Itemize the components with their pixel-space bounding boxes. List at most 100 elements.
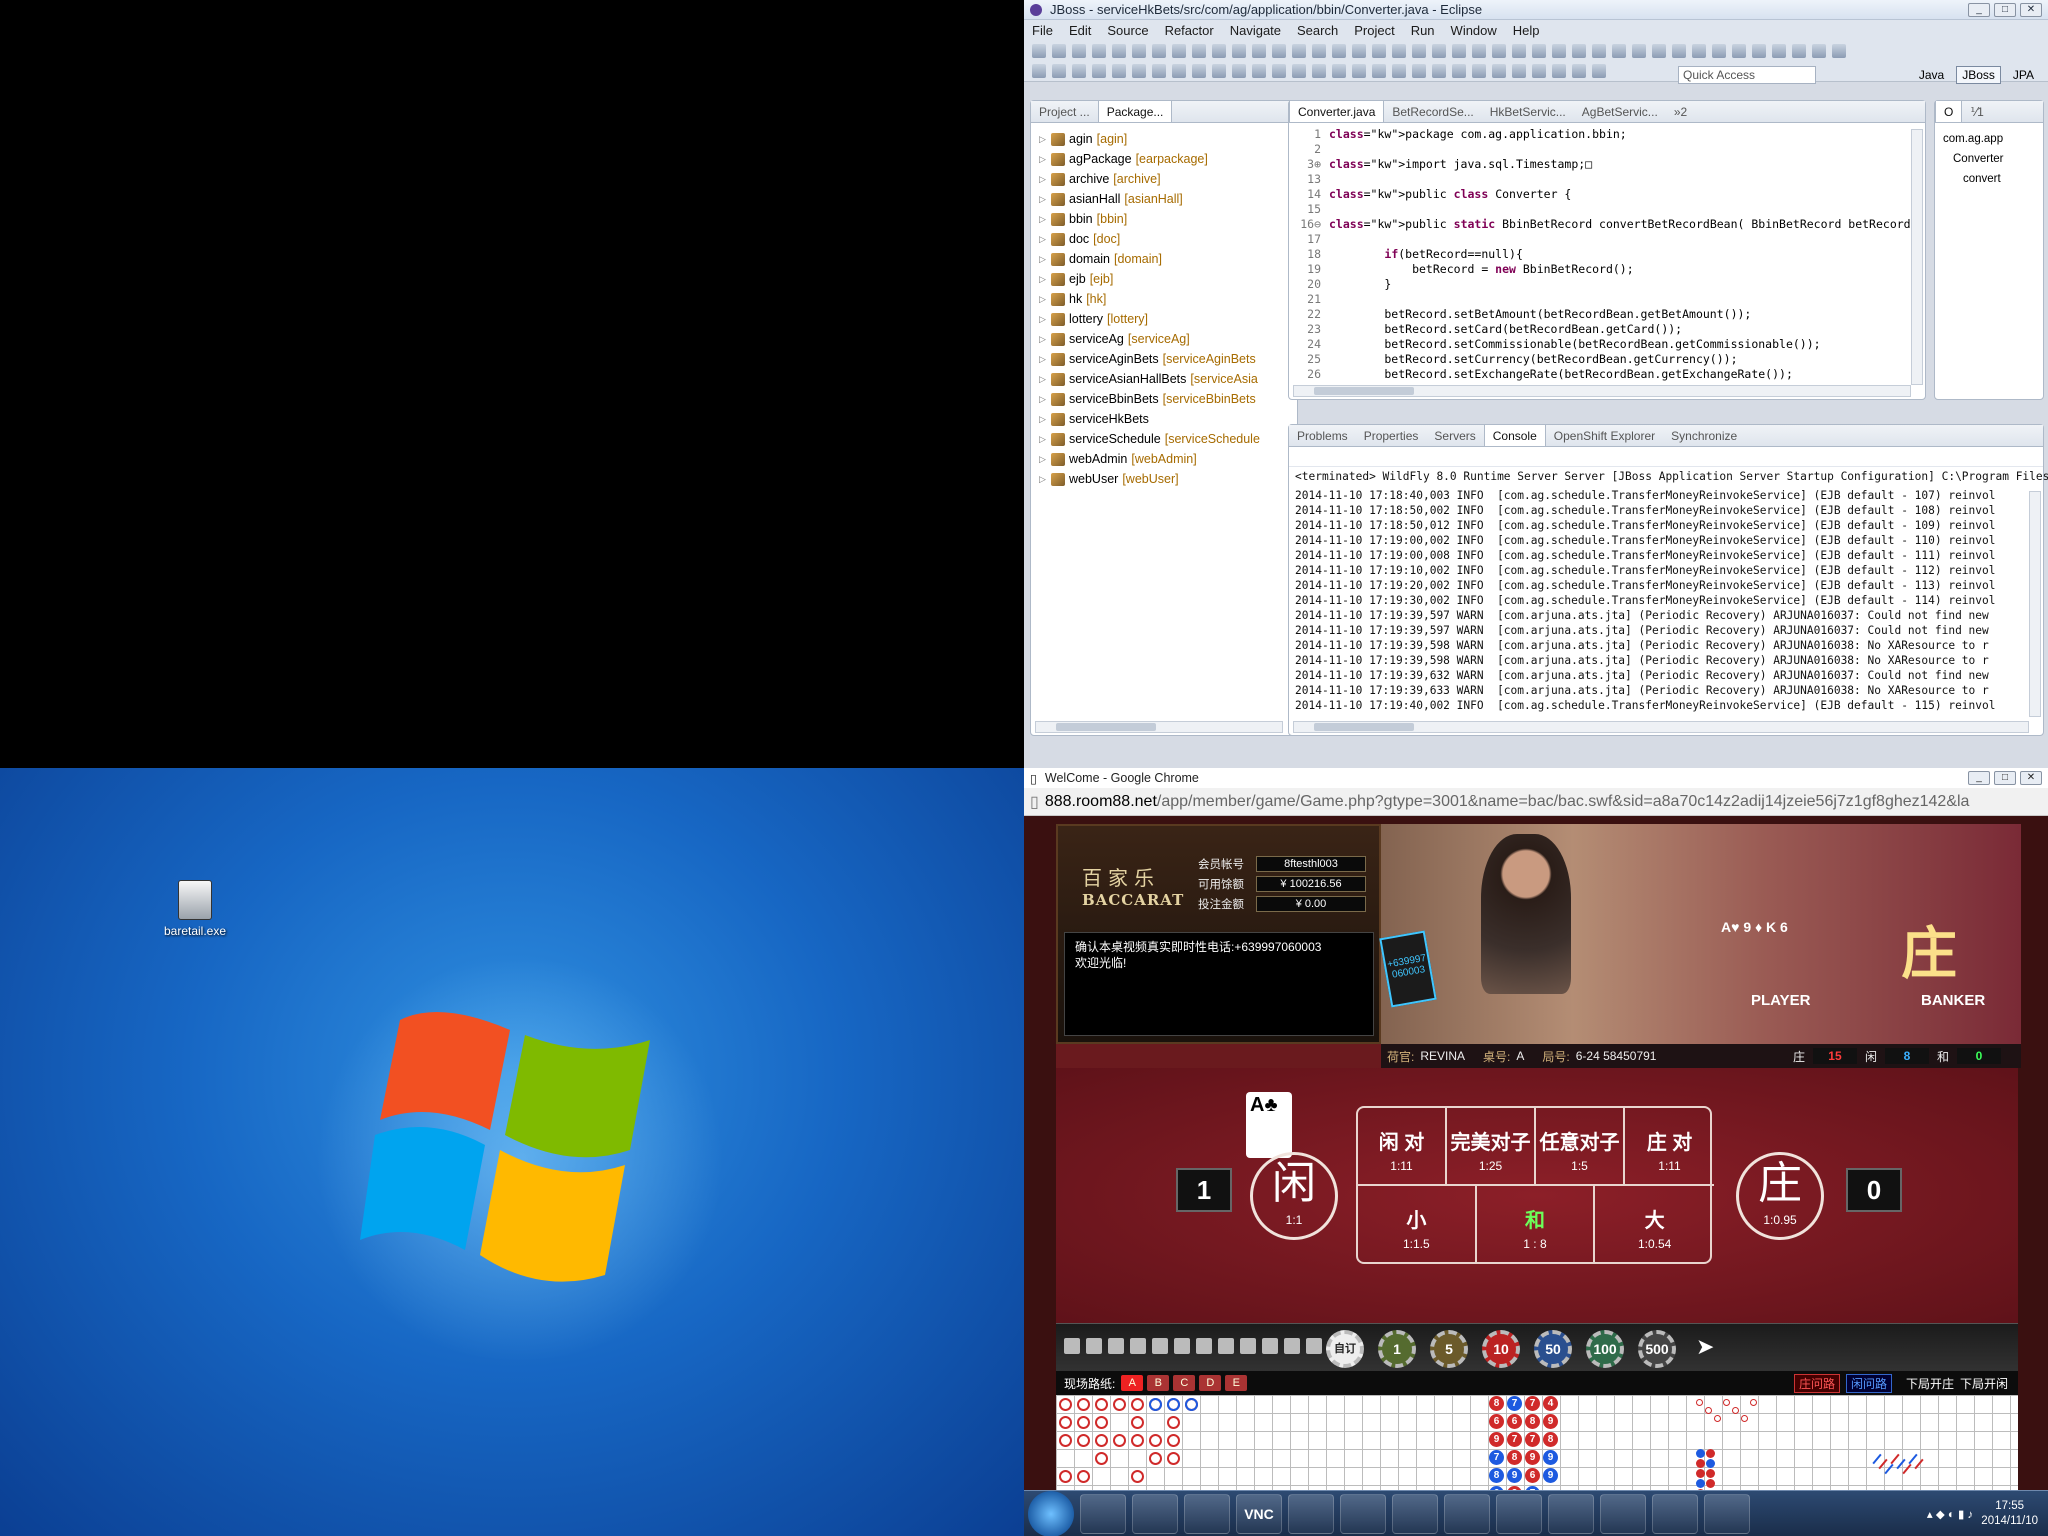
road-tab-d[interactable]: D bbox=[1199, 1375, 1222, 1391]
menu-refactor[interactable]: Refactor bbox=[1165, 23, 1214, 38]
toolbar-button-icon[interactable] bbox=[1212, 44, 1226, 58]
toolbar-button-icon[interactable] bbox=[1672, 44, 1686, 58]
toolbar-button-icon[interactable] bbox=[1112, 64, 1126, 78]
tab-console[interactable]: Console bbox=[1483, 425, 1546, 446]
project-item[interactable]: ▷ serviceHkBets bbox=[1039, 409, 1289, 429]
expand-arrow-icon[interactable]: ▷ bbox=[1039, 249, 1051, 269]
expand-arrow-icon[interactable]: ▷ bbox=[1039, 369, 1051, 389]
chip-500[interactable]: 500 bbox=[1638, 1330, 1676, 1368]
tool-icon[interactable] bbox=[1108, 1338, 1124, 1354]
toolbar-button-icon[interactable] bbox=[1272, 64, 1286, 78]
desktop-icon-baretail[interactable]: baretail.exe bbox=[150, 880, 240, 938]
project-item[interactable]: ▷ webAdmin [webAdmin] bbox=[1039, 449, 1289, 469]
toolbar-button-icon[interactable] bbox=[1612, 44, 1626, 58]
tab-o[interactable]: O bbox=[1935, 101, 1963, 122]
expand-arrow-icon[interactable]: ▷ bbox=[1039, 149, 1051, 169]
tab-overflow[interactable]: »2 bbox=[1666, 101, 1695, 122]
road-tab-b[interactable]: B bbox=[1147, 1375, 1170, 1391]
toolbar-button-icon[interactable] bbox=[1072, 44, 1086, 58]
tool-icon[interactable] bbox=[1086, 1338, 1102, 1354]
toolbar-button-icon[interactable] bbox=[1032, 64, 1046, 78]
toolbar-button-icon[interactable] bbox=[1152, 64, 1166, 78]
project-item[interactable]: ▷ ejb [ejb] bbox=[1039, 269, 1289, 289]
tool-icon[interactable] bbox=[1152, 1338, 1168, 1354]
road-tab-c[interactable]: C bbox=[1173, 1375, 1196, 1391]
tool-icon[interactable] bbox=[1064, 1338, 1080, 1354]
tab-converter-java[interactable]: Converter.java bbox=[1289, 101, 1385, 122]
outline-item[interactable]: Converter bbox=[1943, 149, 2035, 169]
code-area[interactable]: 1 class="kw">package com.ag.application.b… bbox=[1289, 123, 1925, 386]
toolbar-button-icon[interactable] bbox=[1392, 64, 1406, 78]
perspective-java[interactable]: Java bbox=[1913, 66, 1950, 84]
horizontal-scrollbar[interactable] bbox=[1293, 721, 2029, 733]
menu-project[interactable]: Project bbox=[1354, 23, 1394, 38]
toolbar-button-icon[interactable] bbox=[1112, 44, 1126, 58]
menu-edit[interactable]: Edit bbox=[1069, 23, 1091, 38]
restore-button[interactable]: □ bbox=[1994, 771, 2016, 785]
tool-icon[interactable] bbox=[1174, 1338, 1190, 1354]
toolbar-button-icon[interactable] bbox=[1152, 44, 1166, 58]
toolbar-button-icon[interactable] bbox=[1472, 64, 1486, 78]
toolbar-button-icon[interactable] bbox=[1352, 44, 1366, 58]
chip-100[interactable]: 100 bbox=[1586, 1330, 1624, 1368]
toolbar-button-icon[interactable] bbox=[1712, 44, 1726, 58]
taskbar-app-icon[interactable] bbox=[1392, 1493, 1438, 1534]
expand-arrow-icon[interactable]: ▷ bbox=[1039, 449, 1051, 469]
toolbar-button-icon[interactable] bbox=[1292, 64, 1306, 78]
bet-5[interactable]: 和 1 : 8 bbox=[1477, 1186, 1596, 1264]
project-item[interactable]: ▷ hk [hk] bbox=[1039, 289, 1289, 309]
toolbar-button-icon[interactable] bbox=[1652, 44, 1666, 58]
toolbar-button-icon[interactable] bbox=[1032, 44, 1046, 58]
toolbar-button-icon[interactable] bbox=[1252, 64, 1266, 78]
taskbar-app-icon[interactable] bbox=[1704, 1493, 1750, 1534]
tab--1[interactable]: ⅟1 bbox=[1962, 101, 1992, 122]
toolbar-button-icon[interactable] bbox=[1692, 44, 1706, 58]
toolbar-button-icon[interactable] bbox=[1432, 64, 1446, 78]
taskbar-app-icon[interactable] bbox=[1652, 1493, 1698, 1534]
project-item[interactable]: ▷ serviceAg [serviceAg] bbox=[1039, 329, 1289, 349]
toolbar-button-icon[interactable] bbox=[1512, 64, 1526, 78]
expand-arrow-icon[interactable]: ▷ bbox=[1039, 289, 1051, 309]
toolbar-button-icon[interactable] bbox=[1092, 64, 1106, 78]
tool-icon[interactable] bbox=[1284, 1338, 1300, 1354]
toolbar-button-icon[interactable] bbox=[1172, 44, 1186, 58]
chat-box[interactable]: 确认本桌视频真实即时性电话:+639997060003 欢迎光临! bbox=[1064, 932, 1374, 1036]
toolbar-button-icon[interactable] bbox=[1212, 64, 1226, 78]
taskbar-app-icon[interactable]: VNC bbox=[1236, 1493, 1282, 1534]
toolbar-button-icon[interactable] bbox=[1272, 44, 1286, 58]
toolbar-button-icon[interactable] bbox=[1492, 64, 1506, 78]
toolbar-button-icon[interactable] bbox=[1472, 44, 1486, 58]
toolbar-button-icon[interactable] bbox=[1372, 64, 1386, 78]
address-bar[interactable]: ▯ 888.room88.net/app/member/game/Game.ph… bbox=[1024, 788, 2048, 816]
tab-betrecordse-[interactable]: BetRecordSe... bbox=[1384, 101, 1481, 122]
project-item[interactable]: ▷ bbin [bbin] bbox=[1039, 209, 1289, 229]
start-button[interactable] bbox=[1028, 1490, 1074, 1536]
toolbar-button-icon[interactable] bbox=[1592, 44, 1606, 58]
expand-arrow-icon[interactable]: ▷ bbox=[1039, 209, 1051, 229]
taskbar-app-icon[interactable] bbox=[1080, 1493, 1126, 1534]
project-item[interactable]: ▷ domain [domain] bbox=[1039, 249, 1289, 269]
chip-50[interactable]: 50 bbox=[1534, 1330, 1572, 1368]
toolbar-button-icon[interactable] bbox=[1312, 44, 1326, 58]
tool-icon[interactable] bbox=[1218, 1338, 1234, 1354]
expand-arrow-icon[interactable]: ▷ bbox=[1039, 429, 1051, 449]
toolbar-button-icon[interactable] bbox=[1132, 44, 1146, 58]
tab-project-[interactable]: Project ... bbox=[1031, 101, 1098, 122]
bet-3[interactable]: 庄 对 1:11 bbox=[1625, 1108, 1714, 1186]
banker-bet-spot[interactable]: 庄 1:0.95 bbox=[1736, 1152, 1824, 1240]
bet-1[interactable]: 完美对子 1:25 bbox=[1447, 1108, 1536, 1186]
tab-problems[interactable]: Problems bbox=[1289, 425, 1356, 446]
project-item[interactable]: ▷ serviceAsianHallBets [serviceAsia bbox=[1039, 369, 1289, 389]
road-tab-a[interactable]: A bbox=[1121, 1375, 1144, 1391]
project-item[interactable]: ▷ webUser [webUser] bbox=[1039, 469, 1289, 489]
project-item[interactable]: ▷ lottery [lottery] bbox=[1039, 309, 1289, 329]
toolbar-button-icon[interactable] bbox=[1232, 64, 1246, 78]
toolbar-button-icon[interactable] bbox=[1052, 64, 1066, 78]
horizontal-scrollbar[interactable] bbox=[1035, 721, 1283, 733]
perspective-jpa[interactable]: JPA bbox=[2007, 66, 2040, 84]
toolbar-button-icon[interactable] bbox=[1752, 44, 1766, 58]
toolbar-button-icon[interactable] bbox=[1532, 44, 1546, 58]
vertical-scrollbar[interactable] bbox=[2029, 491, 2041, 717]
expand-arrow-icon[interactable]: ▷ bbox=[1039, 129, 1051, 149]
menu-file[interactable]: File bbox=[1032, 23, 1053, 38]
